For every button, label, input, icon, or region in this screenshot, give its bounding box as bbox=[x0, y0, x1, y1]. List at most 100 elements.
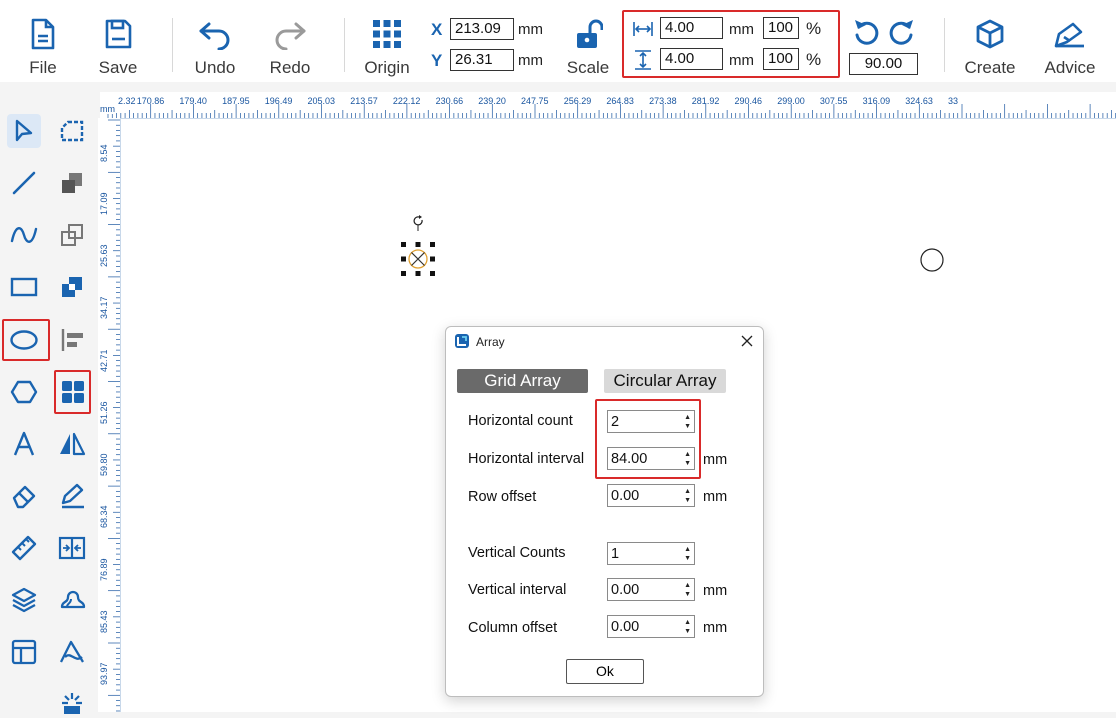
layers-tool[interactable] bbox=[7, 583, 41, 617]
decrement-arrow-icon[interactable]: ▼ bbox=[684, 591, 691, 598]
ruler-tick-label: 8.54 bbox=[99, 144, 109, 163]
align-left-icon bbox=[61, 329, 83, 351]
y-unit: mm bbox=[518, 52, 543, 69]
toolbar-separator bbox=[172, 18, 173, 72]
split-tool[interactable] bbox=[55, 531, 89, 565]
tab-circular-array[interactable]: Circular Array bbox=[604, 369, 726, 393]
ruler-tick-label: 290.46 bbox=[734, 96, 763, 106]
horizontal-count-stepper[interactable]: ▲ ▼ bbox=[607, 410, 695, 433]
ok-button[interactable]: Ok bbox=[566, 659, 644, 684]
ruler-tick-label: 222.12 bbox=[392, 96, 421, 106]
y-position-input[interactable] bbox=[450, 49, 514, 71]
curve-tool[interactable] bbox=[7, 218, 41, 252]
height-input[interactable] bbox=[660, 48, 723, 70]
height-percent-sign: % bbox=[806, 50, 822, 69]
decrement-arrow-icon[interactable]: ▼ bbox=[684, 555, 691, 562]
select-tool[interactable] bbox=[7, 114, 41, 148]
subtract-tool[interactable] bbox=[55, 218, 89, 252]
scale-button[interactable]: Scale bbox=[556, 14, 620, 80]
ruler-unit: mm bbox=[100, 104, 115, 114]
horizontal-interval-input[interactable] bbox=[608, 448, 681, 469]
increment-arrow-icon[interactable]: ▲ bbox=[684, 619, 691, 626]
layout-tool[interactable] bbox=[7, 635, 41, 669]
height-percent-input[interactable] bbox=[763, 48, 799, 70]
edit-node-tool[interactable] bbox=[55, 479, 89, 513]
ruler-tick-label: 85.43 bbox=[99, 610, 109, 633]
vertical-counts-stepper[interactable]: ▲ ▼ bbox=[607, 542, 695, 565]
scale-label: Scale bbox=[566, 58, 610, 77]
array-copy-circle[interactable] bbox=[919, 247, 945, 273]
ruler-tick-label: 59.80 bbox=[99, 453, 109, 477]
origin-button[interactable]: Origin bbox=[355, 14, 419, 80]
row-offset-input[interactable] bbox=[608, 485, 681, 506]
tab-grid-array[interactable]: Grid Array bbox=[457, 369, 588, 393]
undo-button[interactable]: Undo bbox=[183, 14, 247, 80]
vertical-interval-input[interactable] bbox=[608, 579, 681, 600]
ruler-tick-label: 247.75 bbox=[521, 96, 549, 106]
array-tool[interactable] bbox=[56, 375, 90, 409]
width-percent-sign: % bbox=[806, 19, 822, 38]
decrement-arrow-icon[interactable]: ▼ bbox=[684, 460, 691, 467]
light-tool[interactable] bbox=[55, 684, 89, 718]
column-offset-unit: mm bbox=[703, 620, 728, 636]
decrement-arrow-icon[interactable]: ▼ bbox=[684, 423, 691, 430]
x-position-input[interactable] bbox=[450, 18, 514, 40]
width-percent-input[interactable] bbox=[763, 17, 799, 39]
increment-arrow-icon[interactable]: ▲ bbox=[684, 582, 691, 589]
decrement-arrow-icon[interactable]: ▼ bbox=[684, 628, 691, 635]
close-icon[interactable] bbox=[741, 335, 753, 347]
horizontal-interval-stepper[interactable]: ▲ ▼ bbox=[607, 447, 695, 470]
measure-tool[interactable] bbox=[7, 531, 41, 565]
ellipse-icon bbox=[10, 330, 38, 350]
union-tool[interactable] bbox=[55, 166, 89, 200]
line-tool[interactable] bbox=[7, 166, 41, 200]
pen-edit-icon bbox=[61, 483, 84, 509]
advice-button[interactable]: Advice bbox=[1038, 14, 1102, 80]
rotate-left-icon[interactable] bbox=[851, 17, 879, 49]
x-letter: X bbox=[431, 20, 443, 39]
file-icon bbox=[31, 18, 55, 50]
ruler-tick-label: 273.38 bbox=[649, 96, 677, 106]
decrement-arrow-icon[interactable]: ▼ bbox=[684, 497, 691, 504]
column-offset-input[interactable] bbox=[608, 616, 681, 637]
width-input[interactable] bbox=[660, 17, 723, 39]
save-button[interactable]: Save bbox=[86, 14, 150, 80]
vertical-interval-unit: mm bbox=[703, 583, 728, 599]
text-tool[interactable] bbox=[7, 427, 41, 461]
row-offset-label: Row offset bbox=[468, 489, 537, 505]
layout-icon bbox=[11, 639, 37, 665]
path-icon bbox=[59, 640, 84, 663]
vertical-counts-input[interactable] bbox=[608, 543, 681, 564]
cube-icon bbox=[976, 19, 1004, 49]
increment-arrow-icon[interactable]: ▲ bbox=[684, 546, 691, 553]
rotation-input[interactable] bbox=[849, 53, 918, 75]
rectangle-tool[interactable] bbox=[7, 270, 41, 304]
increment-arrow-icon[interactable]: ▲ bbox=[684, 414, 691, 421]
vertical-interval-stepper[interactable]: ▲ ▼ bbox=[607, 578, 695, 601]
layers-icon bbox=[11, 587, 37, 613]
increment-arrow-icon[interactable]: ▲ bbox=[684, 451, 691, 458]
path-tool[interactable] bbox=[55, 635, 89, 669]
redo-button[interactable]: Redo bbox=[258, 14, 322, 80]
row-offset-stepper[interactable]: ▲ ▼ bbox=[607, 484, 695, 507]
height-unit: mm bbox=[729, 52, 754, 69]
polygon-tool[interactable] bbox=[7, 375, 41, 409]
selected-circle-object[interactable] bbox=[397, 213, 441, 279]
toolbar-separator bbox=[344, 18, 345, 72]
rounded-rect-tool[interactable] bbox=[55, 114, 89, 148]
mirror-tool[interactable] bbox=[55, 427, 89, 461]
ellipse-tool[interactable] bbox=[7, 323, 41, 357]
align-tool[interactable] bbox=[55, 323, 89, 357]
horizontal-count-input[interactable] bbox=[608, 411, 681, 432]
save-icon bbox=[105, 19, 132, 49]
rotate-right-icon[interactable] bbox=[889, 17, 917, 49]
eraser-tool[interactable] bbox=[7, 479, 41, 513]
offset-tool[interactable] bbox=[55, 583, 89, 617]
column-offset-stepper[interactable]: ▲ ▼ bbox=[607, 615, 695, 638]
file-button[interactable]: File bbox=[11, 14, 75, 80]
line-icon bbox=[12, 171, 36, 195]
horizontal-interval-label: Horizontal interval bbox=[468, 451, 585, 467]
intersect-tool[interactable] bbox=[55, 270, 89, 304]
increment-arrow-icon[interactable]: ▲ bbox=[684, 488, 691, 495]
create-button[interactable]: Create bbox=[958, 14, 1022, 80]
